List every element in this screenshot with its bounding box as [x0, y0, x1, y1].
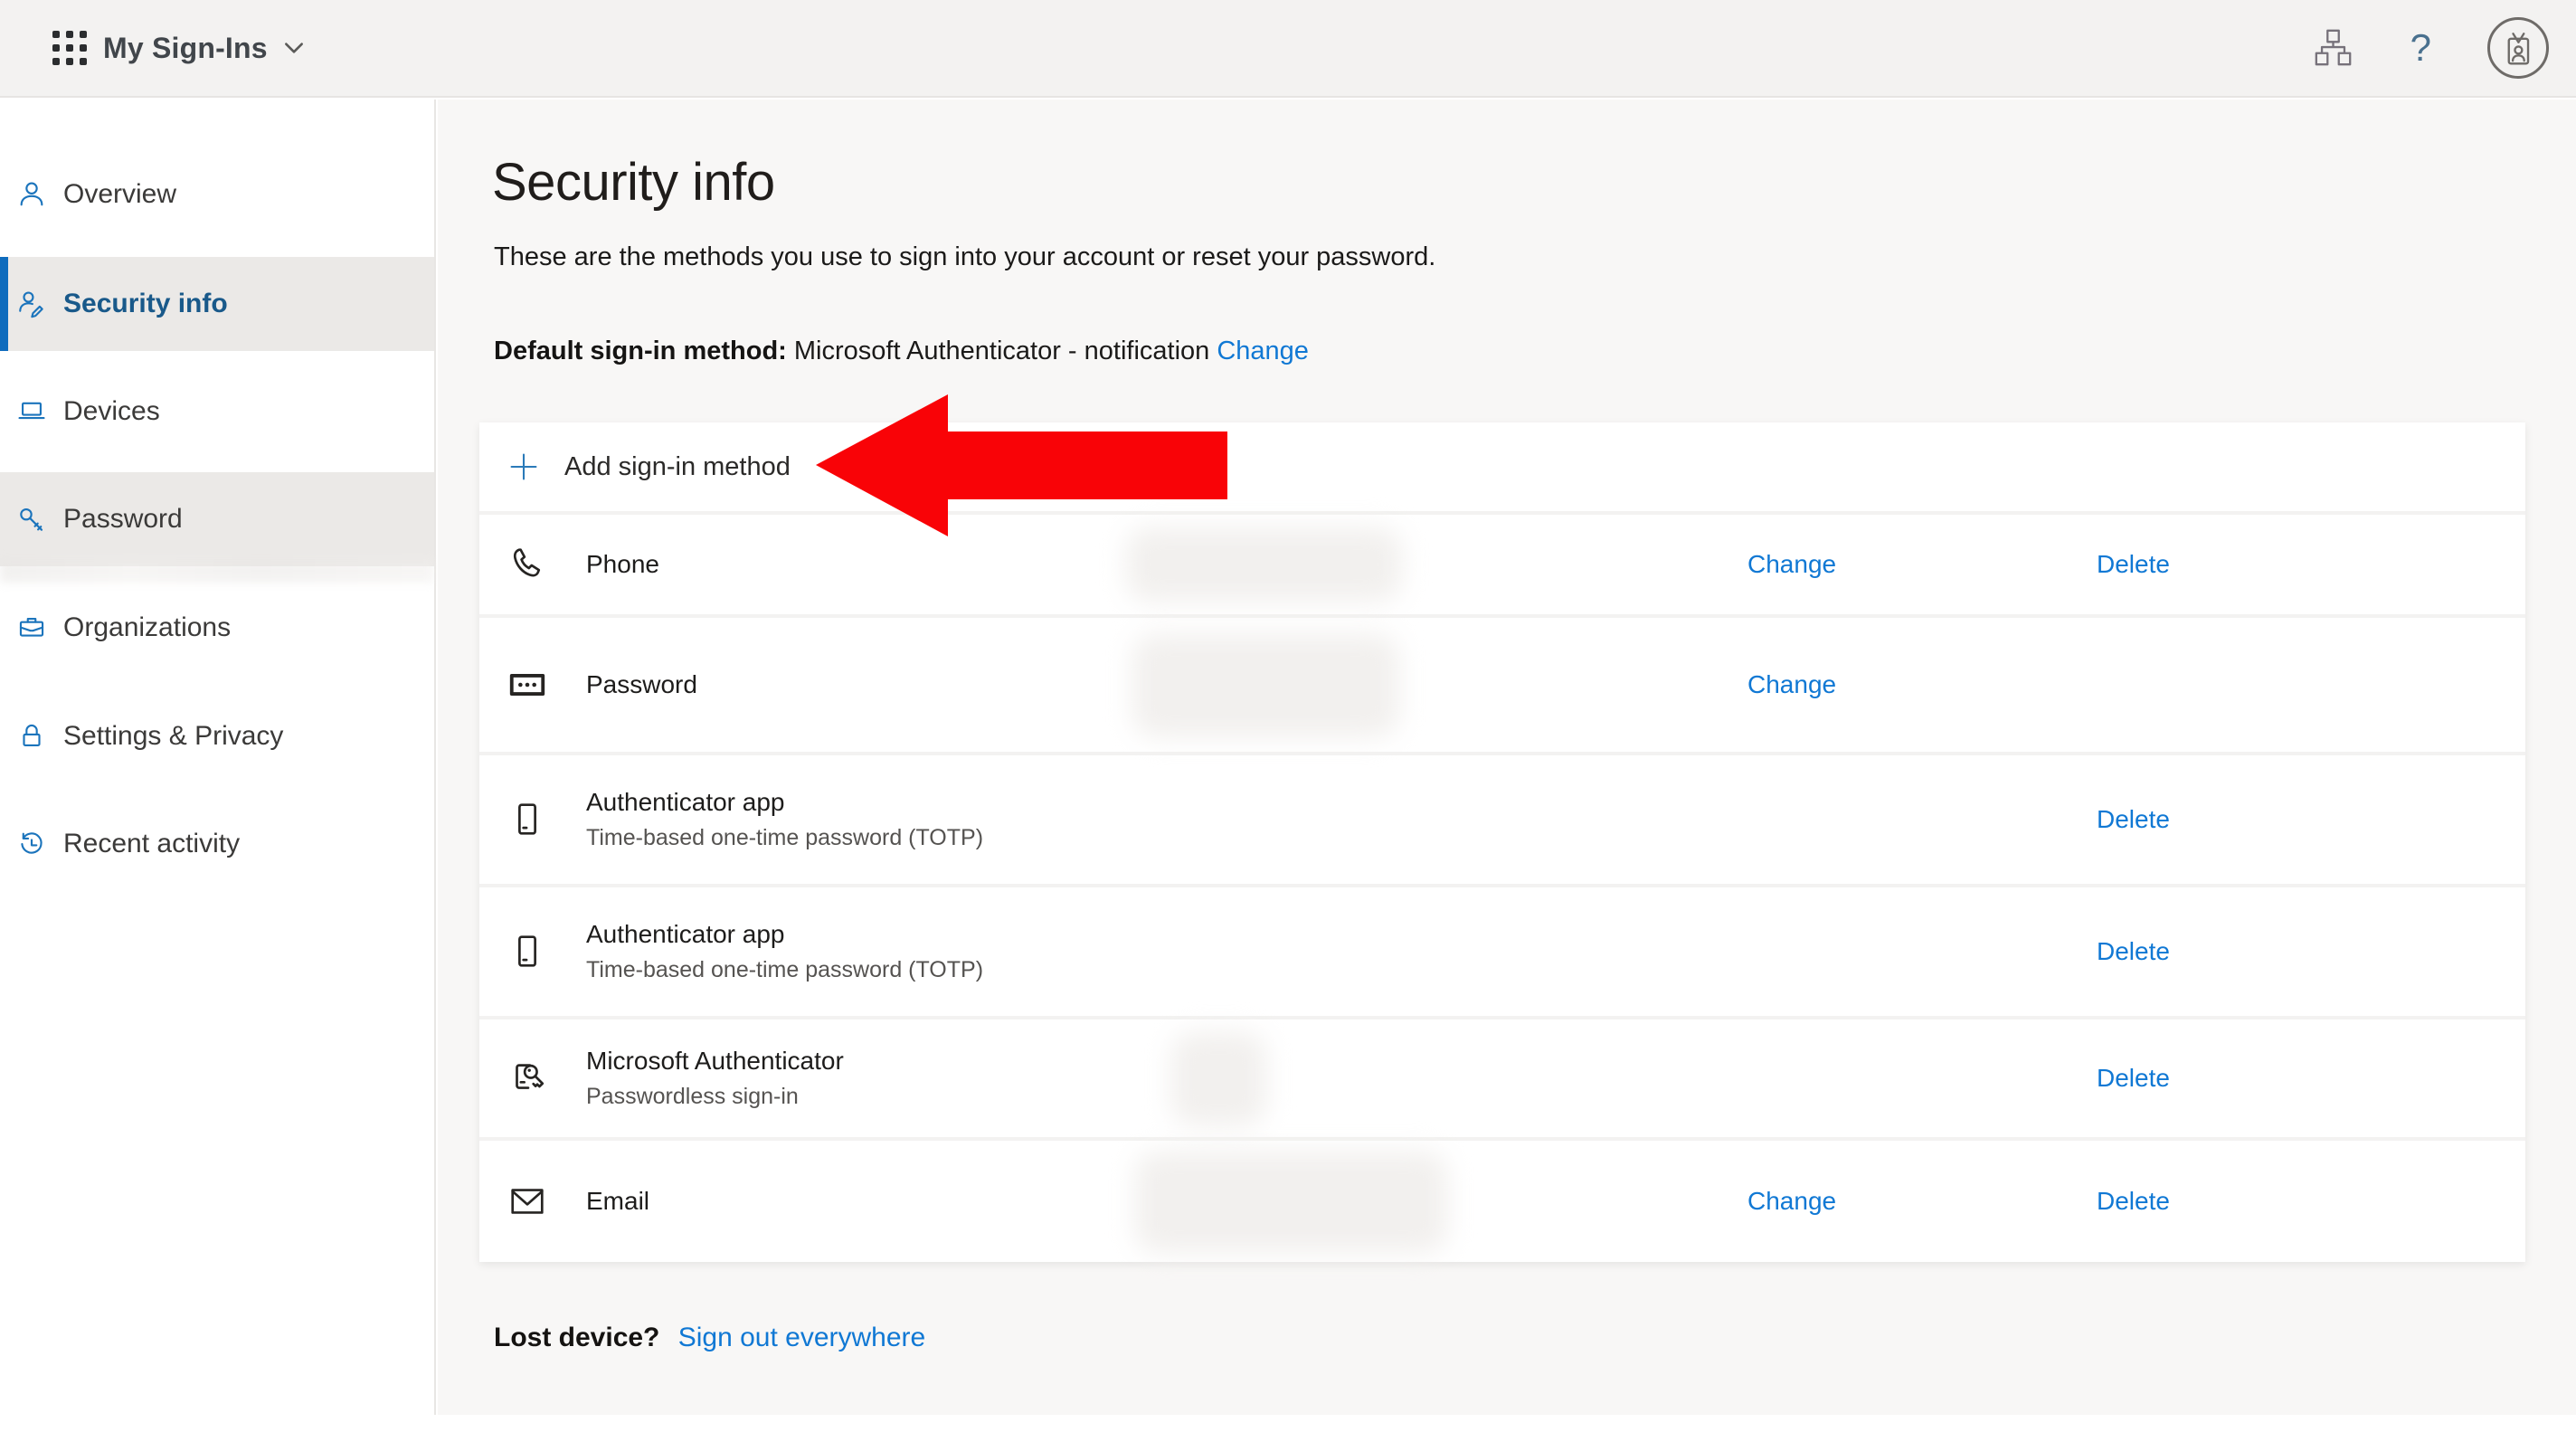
redacted-value	[1171, 1032, 1266, 1126]
add-sign-in-method-label: Add sign-in method	[564, 451, 791, 481]
phone-icon	[507, 544, 548, 585]
lost-device-line: Lost device? Sign out everywhere	[494, 1323, 925, 1353]
default-method-value: Microsoft Authenticator - notification	[793, 337, 1210, 365]
delete-link[interactable]: Delete	[2097, 805, 2170, 834]
method-title: Email	[586, 1187, 650, 1215]
sidebar-item-organizations[interactable]: Organizations	[0, 581, 434, 675]
redaction-blur	[0, 559, 434, 583]
org-chart-icon	[2313, 27, 2354, 69]
mobile-app-icon	[507, 799, 548, 840]
redacted-value	[1132, 634, 1399, 737]
sidebar-item-label: Password	[63, 504, 183, 534]
change-link[interactable]: Change	[1747, 1187, 1836, 1216]
chevron-down-icon	[282, 35, 308, 61]
lock-icon	[16, 721, 47, 752]
delete-link[interactable]: Delete	[2097, 937, 2170, 966]
help-button[interactable]: ?	[2410, 29, 2431, 67]
delete-link[interactable]: Delete	[2097, 1187, 2170, 1216]
default-method-label: Default sign-in method:	[494, 337, 787, 365]
method-subtitle: Time-based one-time password (TOTP)	[586, 957, 984, 982]
sidebar-item-security-info[interactable]: Security info	[0, 257, 434, 351]
plus-icon	[507, 450, 541, 484]
method-row: Phone Change Delete	[479, 511, 2525, 614]
delete-link[interactable]: Delete	[2097, 1064, 2170, 1093]
method-title: Authenticator app	[586, 920, 785, 948]
method-title: Phone	[586, 550, 659, 578]
change-link[interactable]: Change	[1747, 550, 1836, 579]
topbar: My Sign-Ins ?	[0, 0, 2576, 98]
password-icon	[507, 664, 548, 706]
briefcase-icon	[16, 612, 47, 643]
lost-device-label: Lost device?	[494, 1323, 660, 1352]
sign-out-everywhere-link[interactable]: Sign out everywhere	[678, 1323, 926, 1352]
sidebar-item-label: Recent activity	[63, 829, 241, 858]
page-title: Security info	[492, 153, 775, 212]
org-switcher-button[interactable]	[2313, 27, 2354, 69]
method-row: Authenticator app Time-based one-time pa…	[479, 752, 2525, 884]
id-badge-icon	[2507, 33, 2530, 65]
change-link[interactable]: Change	[1747, 670, 1836, 699]
method-row: Email Change Delete	[479, 1137, 2525, 1262]
sidebar-item-settings-privacy[interactable]: Settings & Privacy	[0, 689, 434, 783]
default-method-line: Default sign-in method: Microsoft Authen…	[494, 337, 1309, 366]
method-list: Phone Change Delete Password Change Authe…	[479, 511, 2525, 1262]
mobile-app-icon	[507, 931, 548, 972]
app-title: My Sign-Ins	[103, 31, 268, 64]
app-launcher-button[interactable]	[0, 1, 87, 95]
email-icon	[507, 1181, 548, 1222]
sidebar-item-label: Settings & Privacy	[63, 721, 284, 751]
page-description: These are the methods you use to sign in…	[494, 242, 1436, 271]
method-subtitle: Passwordless sign-in	[586, 1084, 799, 1109]
person-icon	[16, 179, 47, 210]
sidebar-item-overview[interactable]: Overview	[0, 147, 434, 242]
sidebar-item-password[interactable]: Password	[0, 472, 434, 566]
sidebar-item-label: Security info	[63, 289, 228, 318]
sidebar-item-devices[interactable]: Devices	[0, 365, 434, 459]
key-icon	[16, 504, 47, 535]
sidebar: Overview Security info Devices Password …	[0, 100, 436, 1415]
help-icon: ?	[2410, 26, 2431, 69]
method-row: Microsoft Authenticator Passwordless sig…	[479, 1016, 2525, 1137]
app-title-menu[interactable]: My Sign-Ins	[103, 32, 308, 65]
add-sign-in-method-button[interactable]: Add sign-in method	[479, 422, 2525, 511]
redacted-value	[1126, 527, 1402, 602]
default-method-change-link[interactable]: Change	[1217, 337, 1309, 365]
account-avatar-button[interactable]	[2487, 17, 2549, 79]
waffle-icon	[52, 31, 87, 65]
sidebar-item-label: Overview	[63, 179, 177, 209]
my-signins-page: My Sign-Ins ? Overview Security info Dev…	[0, 0, 2576, 1432]
redacted-value	[1135, 1152, 1447, 1253]
delete-link[interactable]: Delete	[2097, 550, 2170, 579]
sidebar-item-recent-activity[interactable]: Recent activity	[0, 797, 434, 891]
method-title: Microsoft Authenticator	[586, 1047, 844, 1075]
method-title: Authenticator app	[586, 788, 785, 816]
laptop-icon	[16, 396, 47, 427]
history-icon	[16, 829, 47, 859]
method-subtitle: Time-based one-time password (TOTP)	[586, 825, 984, 850]
person-edit-icon	[16, 289, 47, 319]
method-row: Password Change	[479, 614, 2525, 752]
method-title: Password	[586, 670, 697, 698]
sidebar-item-label: Devices	[63, 396, 160, 426]
sidebar-item-label: Organizations	[63, 612, 232, 642]
sign-in-methods-card: Add sign-in method Phone Change Delete Pa…	[479, 422, 2525, 1262]
topbar-actions: ?	[2313, 17, 2576, 79]
ms-authenticator-icon	[507, 1057, 548, 1099]
method-row: Authenticator app Time-based one-time pa…	[479, 884, 2525, 1016]
main-content: Security info These are the methods you …	[438, 100, 2576, 1415]
